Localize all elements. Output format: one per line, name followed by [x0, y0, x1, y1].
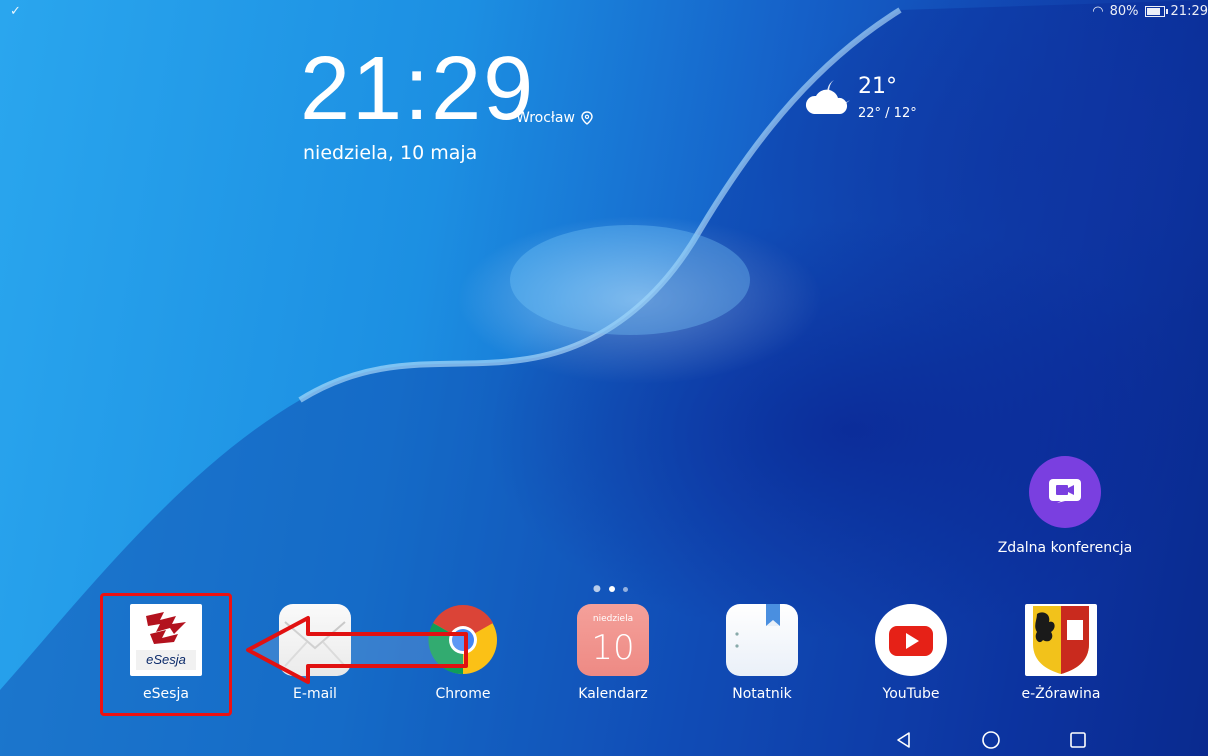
calendar-icon: niedziela 10: [577, 604, 649, 676]
city-label: Wrocław: [516, 110, 575, 126]
app-label: Notatnik: [732, 686, 792, 702]
annotation-arrow: [246, 616, 468, 684]
download-done-icon: ✓: [10, 4, 21, 19]
youtube-icon: [875, 604, 947, 676]
app-youtube[interactable]: YouTube: [856, 604, 966, 702]
weather-temperature[interactable]: 21°: [858, 74, 897, 99]
home-button[interactable]: [979, 728, 1003, 752]
home-circle-icon: [982, 731, 1000, 749]
weather-range: 22° / 12°: [858, 106, 917, 121]
back-triangle-icon: [897, 732, 910, 748]
wifi-icon: ◠: [1092, 4, 1104, 19]
app-label: e-Żórawina: [1021, 686, 1101, 702]
app-kalendarz[interactable]: niedziela 10 Kalendarz: [558, 604, 668, 702]
video-camera-icon: [1029, 456, 1101, 528]
app-label: Zdalna konferencja: [997, 540, 1133, 556]
notepad-icon: [726, 604, 798, 676]
calendar-day-number: 10: [591, 628, 635, 668]
navigation-bar: [0, 724, 1208, 756]
annotation-highlight-box: [100, 593, 232, 716]
clock-widget-city[interactable]: Wrocław: [516, 110, 593, 126]
recents-button[interactable]: [1066, 728, 1090, 752]
page-indicator[interactable]: ●: [593, 584, 628, 594]
app-zdalna-konferencja[interactable]: Zdalna konferencja: [990, 456, 1140, 556]
home-page-icon: ●: [593, 584, 601, 594]
recents-square-icon: [1070, 732, 1086, 748]
page-dot-active: [608, 586, 615, 592]
battery-percent: 80%: [1109, 4, 1139, 19]
calendar-day-name: niedziela: [592, 614, 634, 624]
app-label: YouTube: [882, 686, 940, 702]
page-dot: [622, 586, 628, 592]
location-pin-icon: [581, 111, 593, 125]
status-time: 21:29: [1170, 4, 1208, 19]
back-button[interactable]: [892, 728, 916, 752]
clock-widget-date[interactable]: niedziela, 10 maja: [303, 142, 477, 164]
battery-icon: [1144, 6, 1168, 17]
app-label: Kalendarz: [578, 686, 648, 702]
clock-widget-time[interactable]: 21:29: [300, 44, 535, 134]
cloudy-moon-icon[interactable]: [804, 74, 856, 118]
coat-of-arms-icon: [1025, 604, 1097, 676]
status-bar: ✓ ◠ 80% 21:29: [0, 0, 1208, 26]
app-e-zorawina[interactable]: e-Żórawina: [1006, 604, 1116, 702]
app-notatnik[interactable]: Notatnik: [707, 604, 817, 702]
